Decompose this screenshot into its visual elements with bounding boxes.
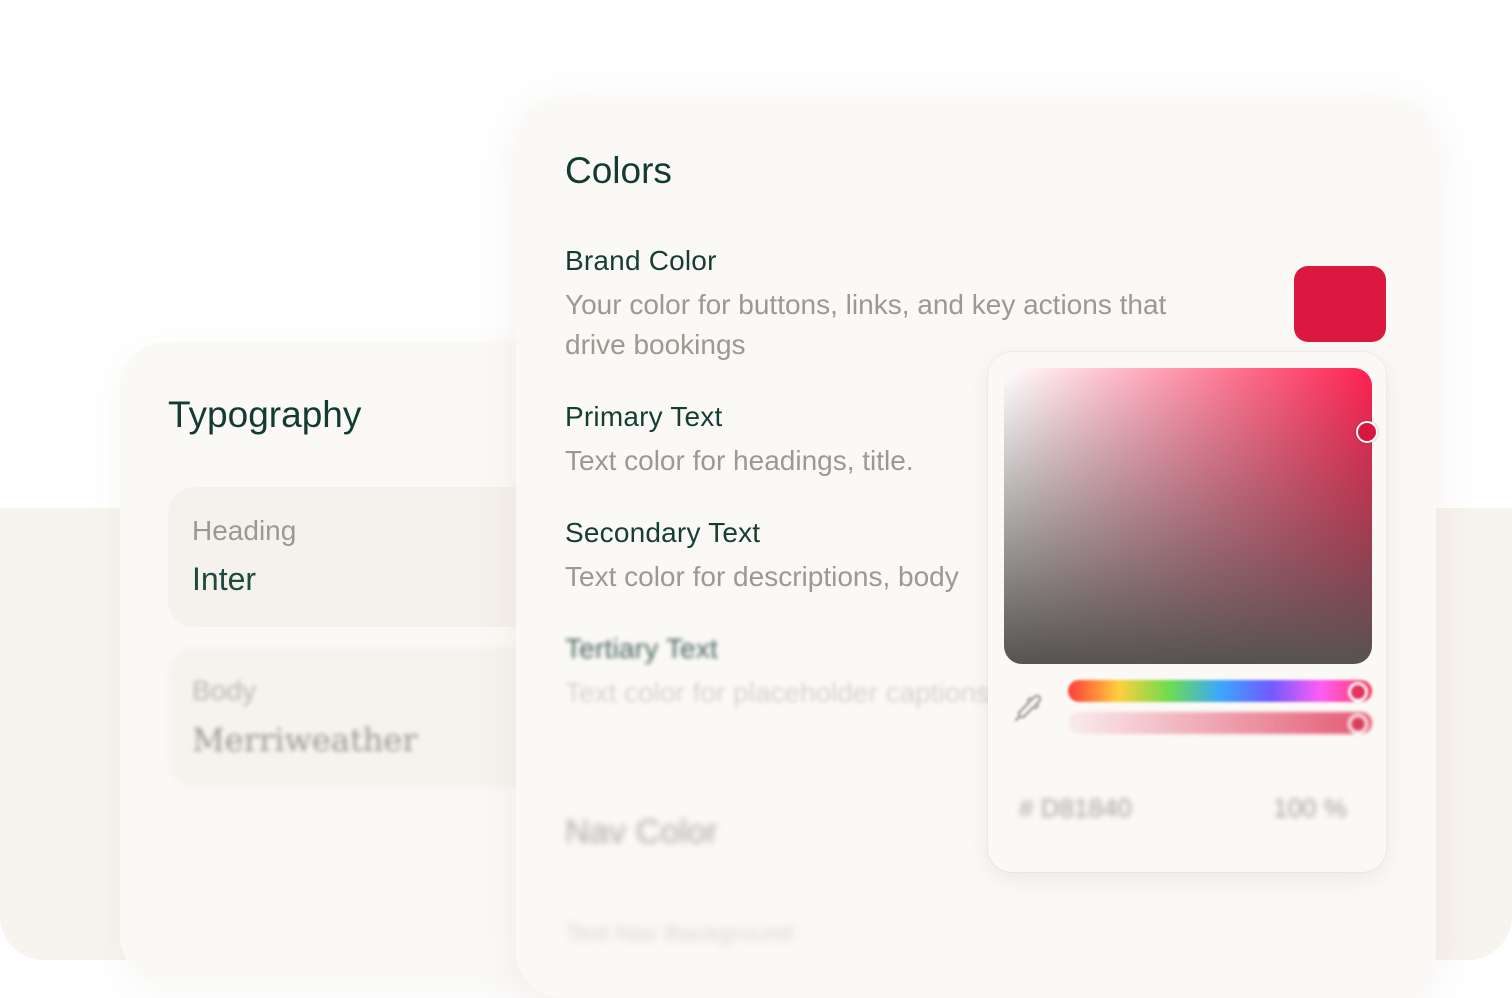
alpha-input[interactable]: 100 % (1248, 764, 1372, 850)
saturation-thumb[interactable] (1356, 421, 1378, 443)
heading-font-label: Heading (192, 515, 297, 546)
hue-slider-thumb[interactable] (1348, 682, 1368, 702)
hue-slider[interactable] (1068, 680, 1372, 702)
saturation-value-area[interactable] (1004, 368, 1372, 664)
brand-color-row: Brand Color Your color for buttons, link… (565, 245, 1225, 365)
brand-color-swatch[interactable] (1294, 266, 1386, 342)
alpha-slider-thumb[interactable] (1348, 714, 1368, 734)
typography-title: Typography (168, 394, 362, 435)
brand-color-title: Brand Color (565, 245, 717, 276)
body-font-value: Merriweather (192, 721, 418, 759)
color-picker-popover: # D81840 100 % (988, 352, 1386, 872)
colors-title: Colors (565, 150, 672, 191)
nav-background-description: Text Nav Background (565, 920, 794, 947)
alpha-slider[interactable] (1068, 712, 1372, 734)
heading-font-value: Inter (192, 561, 257, 597)
body-font-label: Body (192, 675, 256, 706)
color-value-inputs: # D81840 100 % (1004, 764, 1372, 850)
nav-background-row: Text Nav Background (565, 906, 1265, 954)
eyedropper-icon[interactable] (1010, 690, 1046, 726)
hex-input[interactable]: # D81840 (1004, 764, 1232, 850)
